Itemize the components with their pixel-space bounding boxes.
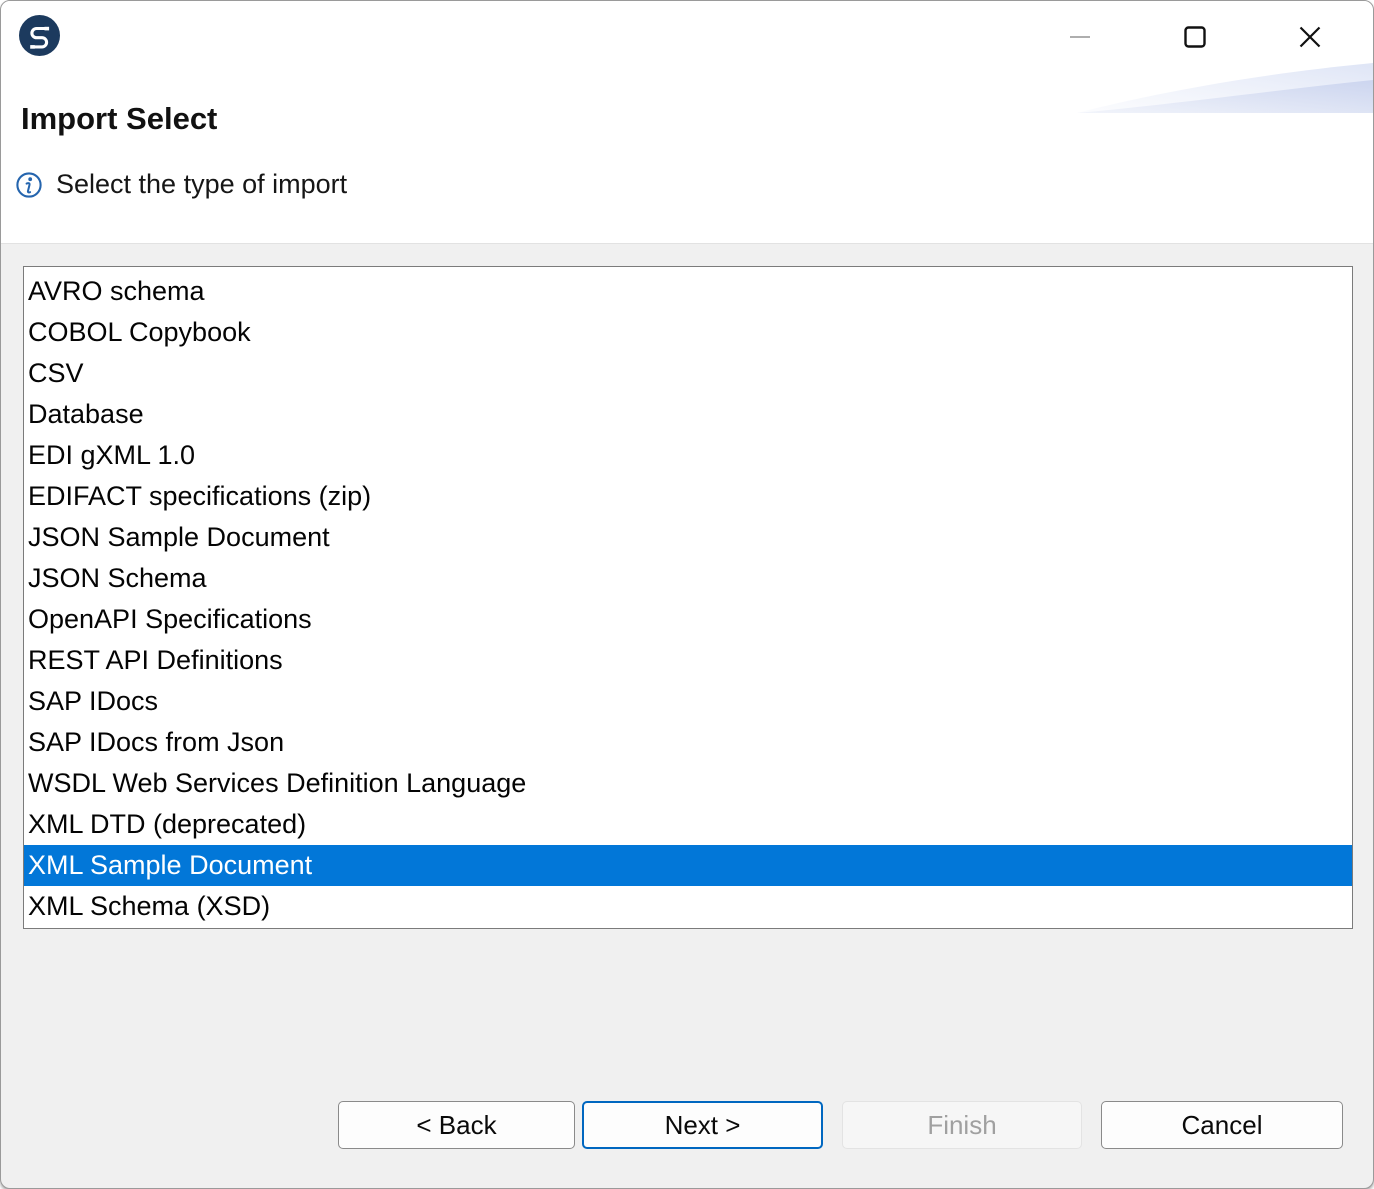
info-icon <box>15 171 43 199</box>
list-item[interactable]: EDIFACT specifications (zip) <box>24 476 1352 517</box>
list-item[interactable]: AVRO schema <box>24 271 1352 312</box>
minimize-button[interactable] <box>1057 15 1103 59</box>
list-item[interactable]: WSDL Web Services Definition Language <box>24 763 1352 804</box>
cancel-button[interactable]: Cancel <box>1101 1101 1343 1149</box>
maximize-icon <box>1184 26 1206 48</box>
list-item[interactable]: Database <box>24 394 1352 435</box>
list-item[interactable]: SAP IDocs from Json <box>24 722 1352 763</box>
list-item[interactable]: EDI gXML 1.0 <box>24 435 1352 476</box>
dialog-header: Import Select Select the type of import <box>1 1 1373 244</box>
next-button[interactable]: Next > <box>582 1101 823 1149</box>
subtitle-row: Select the type of import <box>15 169 347 200</box>
list-item[interactable]: XML DTD (deprecated) <box>24 804 1352 845</box>
list-item[interactable]: REST API Definitions <box>24 640 1352 681</box>
header-swoosh-decoration <box>1077 63 1373 115</box>
list-item[interactable]: CSV <box>24 353 1352 394</box>
close-icon <box>1299 26 1321 48</box>
back-button[interactable]: < Back <box>338 1101 575 1149</box>
finish-button[interactable]: Finish <box>842 1101 1082 1149</box>
list-item[interactable]: JSON Schema <box>24 558 1352 599</box>
list-item-selected[interactable]: XML Sample Document <box>24 845 1352 886</box>
list-item[interactable]: SAP IDocs <box>24 681 1352 722</box>
import-type-list[interactable]: AVRO schemaCOBOL CopybookCSVDatabaseEDI … <box>23 266 1353 929</box>
list-item[interactable]: COBOL Copybook <box>24 312 1352 353</box>
close-button[interactable] <box>1287 15 1333 59</box>
app-logo-icon <box>19 15 60 56</box>
maximize-button[interactable] <box>1172 15 1218 59</box>
page-subtitle: Select the type of import <box>56 169 347 200</box>
list-item[interactable]: OpenAPI Specifications <box>24 599 1352 640</box>
minimize-icon <box>1069 26 1091 48</box>
list-item[interactable]: JSON Sample Document <box>24 517 1352 558</box>
import-select-dialog: Import Select Select the type of import … <box>0 0 1374 1189</box>
page-title: Import Select <box>21 101 217 137</box>
list-item[interactable]: XML Schema (XSD) <box>24 886 1352 927</box>
